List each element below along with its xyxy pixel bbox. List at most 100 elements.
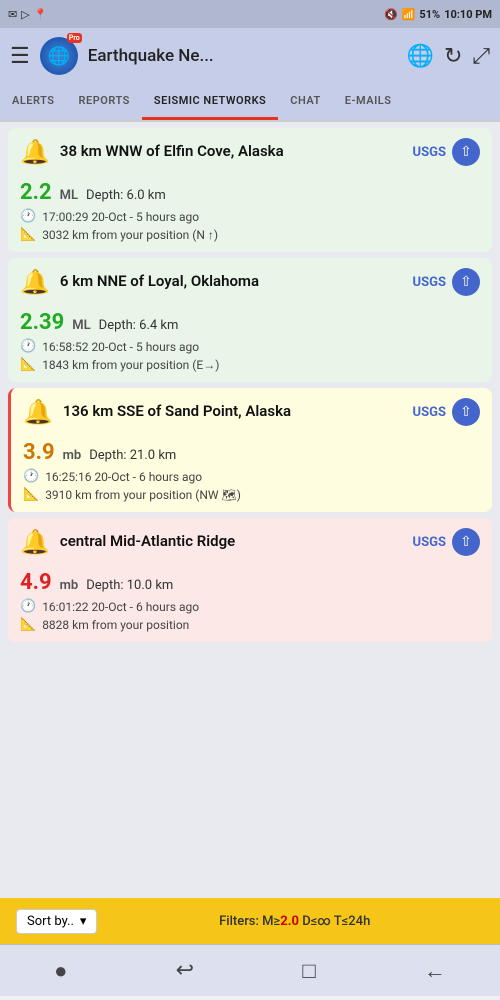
source-share-1: USGS ⇧ <box>413 138 480 166</box>
bottom-filter-bar: Sort by.. ▾ Filters: M≥2.0 D≤∞ T≤24h <box>0 898 500 944</box>
distance-row-4: 📐 8828 km from your position <box>20 617 480 632</box>
magnitude-value-3: 3.9 <box>23 440 55 465</box>
magnitude-unit-4: mb <box>60 578 79 593</box>
earthquake-icon-1: 🔔 <box>20 138 50 166</box>
filter-text: Filters: M≥2.0 D≤∞ T≤24h <box>105 914 484 929</box>
magnitude-unit-1: ML <box>60 188 78 203</box>
card-details-3: 3.9 mb Depth: 21.0 km 🕐 16:25:16 20-Oct … <box>11 436 492 512</box>
signal-icon: 📶 <box>402 8 416 21</box>
earthquake-card-4[interactable]: 🔔 central Mid-Atlantic Ridge USGS ⇧ 4.9 … <box>8 518 492 642</box>
time-4: 16:01:22 20-Oct - 6 hours ago <box>42 600 199 614</box>
compass-icon-3: 📐 <box>23 487 39 502</box>
earthquake-card-1[interactable]: 🔔 38 km WNW of Elfin Cove, Alaska USGS ⇧… <box>8 128 492 252</box>
time-row-4: 🕐 16:01:22 20-Oct - 6 hours ago <box>20 599 480 614</box>
compass-icon-1: 📐 <box>20 227 36 242</box>
tab-emails[interactable]: E-MAILS <box>333 84 404 120</box>
time-row-1: 🕐 17:00:29 20-Oct - 5 hours ago <box>20 209 480 224</box>
distance-row-3: 📐 3910 km from your position (NW 🗺) <box>23 487 480 502</box>
distance-2: 1843 km from your position (E→) <box>42 358 219 372</box>
distance-3: 3910 km from your position (NW 🗺) <box>45 488 241 502</box>
filter-time: T≤24h <box>334 914 371 929</box>
menu-icon[interactable]: ☰ <box>10 44 30 69</box>
depth-3: Depth: 21.0 km <box>89 448 176 463</box>
location-1: 38 km WNW of Elfin Cove, Alaska <box>60 142 403 162</box>
nav-bottom-bar: ● ↩ □ ← <box>0 944 500 996</box>
sort-chevron-icon: ▾ <box>80 914 87 929</box>
magnitude-row-2: 2.39 ML Depth: 6.4 km <box>20 310 480 335</box>
magnitude-row-1: 2.2 ML Depth: 6.0 km <box>20 180 480 205</box>
magnitude-value-4: 4.9 <box>20 570 52 595</box>
depth-1: Depth: 6.0 km <box>86 188 166 203</box>
share-button-2[interactable]: ⇧ <box>452 268 480 296</box>
depth-4: Depth: 10.0 km <box>86 578 173 593</box>
clock-icon-3: 🕐 <box>23 469 39 484</box>
location-3: 136 km SSE of Sand Point, Alaska <box>63 402 403 422</box>
time-row-2: 🕐 16:58:52 20-Oct - 5 hours ago <box>20 339 480 354</box>
source-share-4: USGS ⇧ <box>413 528 480 556</box>
card-details-1: 2.2 ML Depth: 6.0 km 🕐 17:00:29 20-Oct -… <box>8 176 492 252</box>
card-details-2: 2.39 ML Depth: 6.4 km 🕐 16:58:52 20-Oct … <box>8 306 492 382</box>
dot-icon[interactable]: ● <box>54 958 67 984</box>
back-icon[interactable]: ← <box>424 958 446 984</box>
magnitude-row-3: 3.9 mb Depth: 21.0 km <box>23 440 480 465</box>
home-icon[interactable]: □ <box>302 958 315 984</box>
share-button-3[interactable]: ⇧ <box>452 398 480 426</box>
filter-magnitude: 2.0 <box>280 914 299 929</box>
location-icon: 📍 <box>34 8 48 21</box>
card-header-4: 🔔 central Mid-Atlantic Ridge USGS ⇧ <box>8 518 492 566</box>
magnitude-row-4: 4.9 mb Depth: 10.0 km <box>20 570 480 595</box>
pro-badge: Pro <box>67 33 82 43</box>
play-icon: ▷ <box>21 8 29 21</box>
distance-1: 3032 km from your position (N ↑) <box>42 228 218 242</box>
time-2: 16:58:52 20-Oct - 5 hours ago <box>42 340 199 354</box>
app-title: Earthquake Ne... <box>88 46 397 66</box>
mail-icon: ✉ <box>8 8 17 21</box>
source-badge-4: USGS <box>413 535 446 550</box>
app-logo: 🌐 Pro <box>40 37 78 75</box>
status-bar: ✉ ▷ 📍 🔇 📶 51% 10:10 PM <box>0 0 500 28</box>
refresh-icon[interactable]: ↻ <box>444 44 462 69</box>
magnitude-value-1: 2.2 <box>20 180 52 205</box>
distance-row-2: 📐 1843 km from your position (E→) <box>20 357 480 372</box>
time-row-3: 🕐 16:25:16 20-Oct - 6 hours ago <box>23 469 480 484</box>
sort-button[interactable]: Sort by.. ▾ <box>16 909 97 934</box>
source-share-3: USGS ⇧ <box>413 398 480 426</box>
clock-icon-2: 🕐 <box>20 339 36 354</box>
share-button-4[interactable]: ⇧ <box>452 528 480 556</box>
card-header-1: 🔔 38 km WNW of Elfin Cove, Alaska USGS ⇧ <box>8 128 492 176</box>
earthquake-list: 🔔 38 km WNW of Elfin Cove, Alaska USGS ⇧… <box>0 122 500 898</box>
tab-seismic-networks[interactable]: SEISMIC NETWORKS <box>142 84 278 120</box>
sort-label: Sort by.. <box>27 914 74 929</box>
time-3: 16:25:16 20-Oct - 6 hours ago <box>45 470 202 484</box>
card-header-3: 🔔 136 km SSE of Sand Point, Alaska USGS … <box>11 388 492 436</box>
expand-icon[interactable]: ⤢ <box>472 44 490 69</box>
nav-tabs: ALERTS REPORTS SEISMIC NETWORKS CHAT E-M… <box>0 84 500 122</box>
tab-reports[interactable]: REPORTS <box>67 84 142 120</box>
compass-icon-4: 📐 <box>20 617 36 632</box>
filter-depth: D≤∞ <box>302 914 331 929</box>
magnitude-unit-3: mb <box>63 448 82 463</box>
tab-chat[interactable]: CHAT <box>278 84 333 120</box>
magnitude-unit-2: ML <box>72 318 90 333</box>
globe-icon[interactable]: 🌐 <box>407 44 434 69</box>
status-left-icons: ✉ ▷ 📍 <box>8 8 47 21</box>
time-text: 10:10 PM <box>444 8 492 21</box>
filter-prefix: Filters: M≥ <box>219 914 280 929</box>
earthquake-card-2[interactable]: 🔔 6 km NNE of Loyal, Oklahoma USGS ⇧ 2.3… <box>8 258 492 382</box>
share-button-1[interactable]: ⇧ <box>452 138 480 166</box>
magnitude-value-2: 2.39 <box>20 310 64 335</box>
earthquake-icon-3: 🔔 <box>23 398 53 426</box>
tab-alerts[interactable]: ALERTS <box>0 84 67 120</box>
source-badge-1: USGS <box>413 145 446 160</box>
recent-apps-icon[interactable]: ↩ <box>176 958 194 983</box>
card-header-2: 🔔 6 km NNE of Loyal, Oklahoma USGS ⇧ <box>8 258 492 306</box>
clock-icon-4: 🕐 <box>20 599 36 614</box>
earthquake-icon-2: 🔔 <box>20 268 50 296</box>
earthquake-card-3[interactable]: 🔔 136 km SSE of Sand Point, Alaska USGS … <box>8 388 492 512</box>
source-badge-2: USGS <box>413 275 446 290</box>
status-right: 🔇 📶 51% 10:10 PM <box>384 8 492 21</box>
clock-icon-1: 🕐 <box>20 209 36 224</box>
location-4: central Mid-Atlantic Ridge <box>60 532 403 552</box>
depth-2: Depth: 6.4 km <box>99 318 179 333</box>
source-share-2: USGS ⇧ <box>413 268 480 296</box>
